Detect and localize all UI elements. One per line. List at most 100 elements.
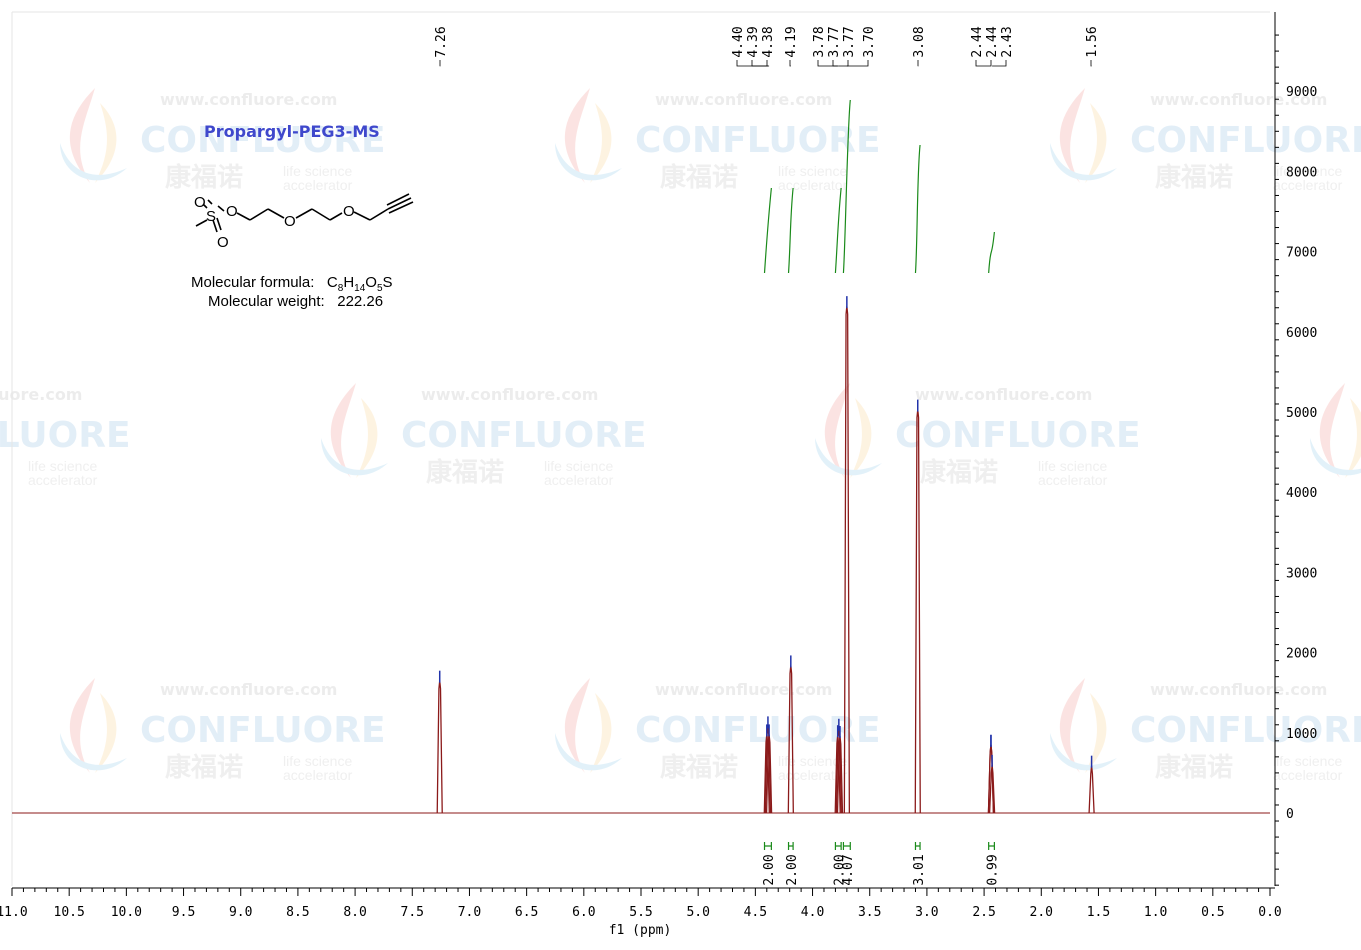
watermark-brand: CONFLUORE <box>140 710 386 751</box>
atom-s: S <box>206 208 216 225</box>
watermark-brand: CONFLUORE <box>1130 120 1361 161</box>
integral-value: 4.07 <box>841 854 856 885</box>
watermark-brand-cn: 康福诺 <box>165 162 243 193</box>
x-tick-label: 8.0 <box>343 905 366 920</box>
watermark-logo-icon <box>1310 438 1361 476</box>
integral-value: 0.99 <box>986 854 1001 885</box>
watermark-tagline: accelerator <box>1038 472 1108 488</box>
atom-o-double-2: O <box>217 234 229 251</box>
integral-bracket <box>763 842 772 850</box>
watermark: www.confluore.comCONFLUORE康福诺life scienc… <box>555 88 881 193</box>
x-tick-label: 7.5 <box>401 905 424 920</box>
watermark-tagline: accelerator <box>778 177 848 193</box>
peak-label-leader <box>832 60 839 67</box>
integral-value: 2.00 <box>785 854 800 885</box>
watermark-brand-cn: 康福诺 <box>426 457 504 488</box>
peak-label-leader <box>751 60 768 67</box>
integral-curve <box>787 187 794 274</box>
y-tick-label: 3000 <box>1286 566 1317 581</box>
watermark-url: www.confluore.com <box>655 90 832 109</box>
peak-label-leader <box>975 60 991 67</box>
atom-o-ester: O <box>226 203 238 220</box>
atom-o-double-1: O <box>194 194 206 211</box>
integral-curve <box>763 187 772 274</box>
peak-label: 1.56 <box>1085 26 1100 57</box>
watermark-logo-icon <box>1085 103 1107 183</box>
x-tick-label: 4.0 <box>801 905 824 920</box>
watermark-url: www.confluore.com <box>655 680 832 699</box>
peak-label-leader <box>789 60 791 67</box>
y-tick-label: 7000 <box>1286 246 1317 261</box>
peak-label: 3.77 <box>827 26 842 57</box>
weight-label: Molecular weight: <box>208 293 325 310</box>
x-tick-label: 6.5 <box>515 905 538 920</box>
x-tick-label: 1.0 <box>1144 905 1167 920</box>
integral-bracket <box>842 842 851 850</box>
watermark-tagline: accelerator <box>1273 767 1343 783</box>
watermark-logo-icon <box>555 143 622 181</box>
y-tick-label: 6000 <box>1286 326 1317 341</box>
integral-curve <box>834 187 842 274</box>
peak-label-leader <box>1090 60 1092 67</box>
watermark-logo-icon <box>590 693 612 773</box>
y-tick-label: 4000 <box>1286 486 1317 501</box>
peak-label: 3.08 <box>912 26 927 57</box>
y-tick-label: 5000 <box>1286 406 1317 421</box>
spectrum-peak <box>436 680 443 814</box>
molecular-weight: Molecular weight: 222.26 <box>208 293 383 310</box>
watermark-brand-cn: 康福诺 <box>165 752 243 783</box>
peak-label-leader <box>817 60 838 67</box>
y-tick-label: 9000 <box>1286 85 1317 100</box>
watermark-logo-icon <box>60 143 127 181</box>
molecular-formula: Molecular formula: C8H14O5S <box>191 274 393 294</box>
watermark-brand-cn: 康福诺 <box>660 162 738 193</box>
peak-label: 2.44 <box>970 26 985 57</box>
watermark-url: www.confluore.com <box>421 385 598 404</box>
watermark-logo-icon <box>60 733 127 771</box>
x-tick-label: 3.0 <box>915 905 938 920</box>
compound-title: Propargyl-PEG3-MS <box>204 122 380 141</box>
watermark-logo-icon <box>356 398 378 478</box>
x-tick-label: 10.5 <box>54 905 85 920</box>
peak-label: 4.39 <box>746 26 761 57</box>
x-tick-label: 0.0 <box>1258 905 1281 920</box>
formula-value: C8H14O5S <box>326 274 393 294</box>
watermark-brand-cn: 康福诺 <box>660 752 738 783</box>
formula-label: Molecular formula: <box>191 274 315 291</box>
watermark-brand: CONFLUORE <box>0 415 131 456</box>
watermark: www.confluore.comCONFLUORE康福诺life scienc… <box>815 383 1141 488</box>
x-tick-label: 10.0 <box>111 905 142 920</box>
watermark-logo-icon <box>95 693 117 773</box>
weight-value: 222.26 <box>337 293 384 310</box>
watermark-url: www.confluore.com <box>160 90 337 109</box>
watermark-logo-icon <box>555 733 622 771</box>
peak-label: 4.38 <box>761 26 776 57</box>
watermark-brand: CONFLUORE <box>635 710 881 751</box>
x-tick-label: 5.5 <box>629 905 652 920</box>
peak-label: 4.19 <box>784 26 799 57</box>
nmr-spectrum-chart: www.confluore.comCONFLUORE康福诺 life scienc… <box>0 11 1361 938</box>
x-tick-label: 6.0 <box>572 905 595 920</box>
watermark: www.confluore.comCONFLUORE康福诺life scienc… <box>555 678 881 783</box>
integral-bracket <box>834 842 842 850</box>
watermark-tagline: accelerator <box>28 472 98 488</box>
peak-label-leader <box>838 60 849 67</box>
x-tick-label: 11.0 <box>0 905 28 920</box>
watermark-logo-icon <box>590 103 612 183</box>
x-tick-label: 7.0 <box>458 905 481 920</box>
watermark-tagline: accelerator <box>544 472 614 488</box>
peak-label: 3.78 <box>812 26 827 57</box>
x-tick-label: 4.5 <box>744 905 767 920</box>
watermark: www.confluore.comCONFLUORE康福诺life scienc… <box>60 678 386 783</box>
integral-bracket <box>988 842 995 850</box>
y-tick-label: 2000 <box>1286 647 1317 662</box>
y-tick-label: 0 <box>1286 807 1294 822</box>
x-tick-label: 3.5 <box>858 905 881 920</box>
watermark: www.confluore.comCONFLUORE康福诺life scienc… <box>1310 383 1361 478</box>
y-tick-label: 8000 <box>1286 165 1317 180</box>
x-tick-label: 9.5 <box>172 905 195 920</box>
x-axis-label: f1 (ppm) <box>609 923 672 938</box>
spectrum-peak <box>1088 765 1095 814</box>
watermark-brand-cn: 康福诺 <box>1155 162 1233 193</box>
watermark-brand: CONFLUORE <box>1130 710 1361 751</box>
